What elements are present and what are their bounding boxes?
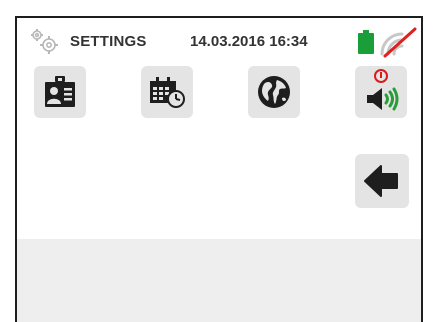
operator-id-button[interactable] (34, 66, 86, 118)
language-button[interactable] (248, 66, 300, 118)
gears-icon (31, 29, 58, 54)
page-title: SETTINGS (70, 33, 147, 50)
back-arrow-icon (364, 165, 398, 197)
battery-icon (358, 30, 374, 54)
wifi-off-icon (380, 27, 417, 58)
settings-screen: SETTINGS 14.03.2016 16:34 (15, 16, 423, 322)
bottom-panel (17, 239, 421, 322)
globe-icon (258, 76, 290, 108)
date-time-button[interactable] (141, 66, 193, 118)
sound-button[interactable] (355, 66, 407, 118)
calendar-clock-icon (150, 77, 185, 108)
speaker-sound-icon (367, 69, 399, 111)
datetime-readout: 14.03.2016 16:34 (190, 33, 308, 50)
back-button[interactable] (355, 154, 409, 208)
id-card-icon (45, 76, 75, 107)
status-header: SETTINGS 14.03.2016 16:34 (17, 18, 421, 58)
